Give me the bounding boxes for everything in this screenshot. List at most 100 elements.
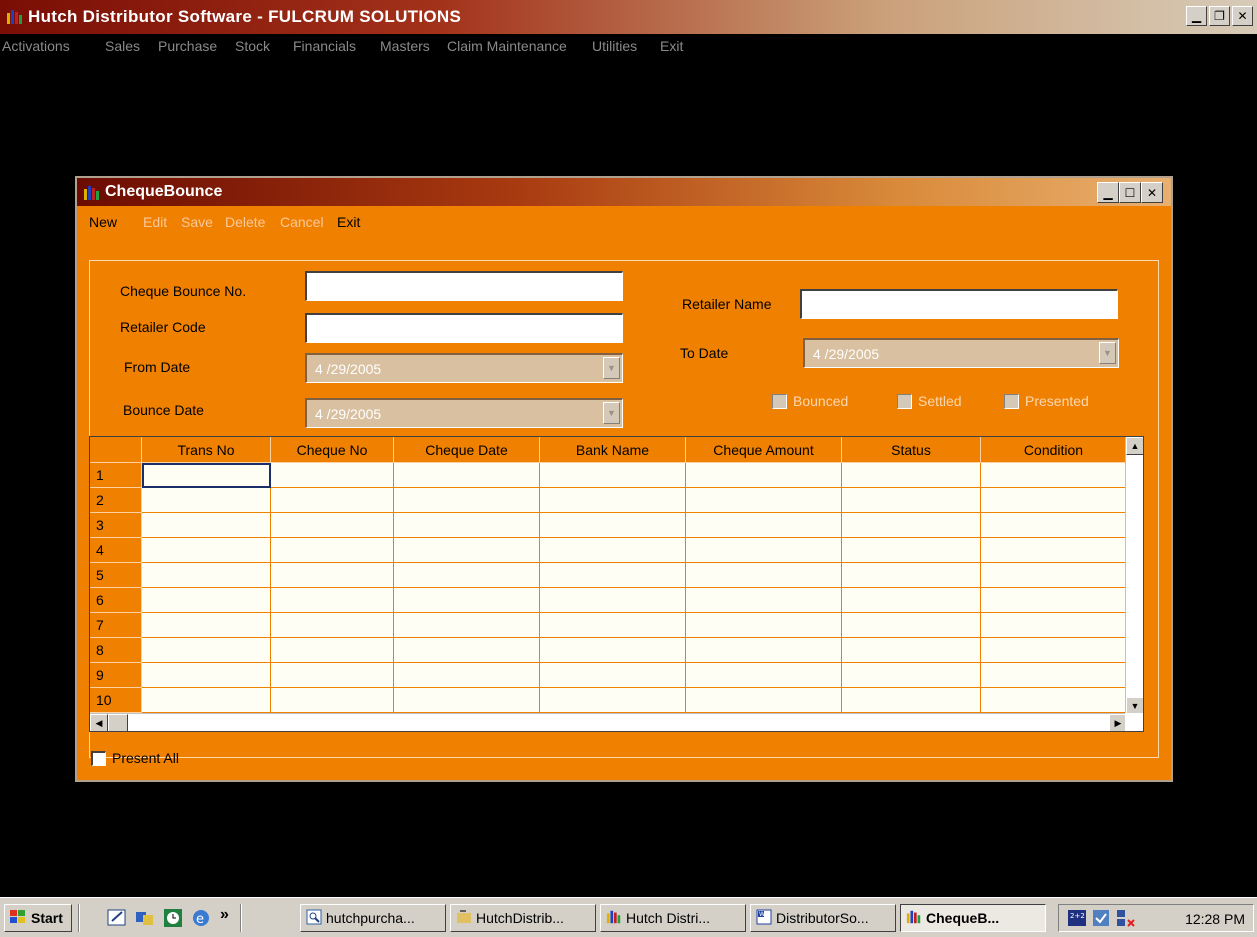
row-header[interactable]: 10 (90, 688, 142, 713)
bounce-date-picker[interactable]: 4 /29/2005 ▼ (305, 398, 623, 428)
menu-purchase[interactable]: Purchase (158, 38, 217, 54)
table-cell[interactable] (271, 563, 394, 588)
table-cell[interactable] (142, 538, 271, 563)
bounced-checkbox[interactable]: Bounced (772, 393, 848, 409)
table-cell[interactable] (394, 638, 540, 663)
table-cell[interactable] (540, 463, 686, 488)
table-cell[interactable] (686, 463, 842, 488)
menu-cancel[interactable]: Cancel (280, 214, 324, 230)
table-row[interactable]: 6 (90, 588, 1143, 613)
table-cell[interactable] (686, 513, 842, 538)
table-cell[interactable] (842, 463, 981, 488)
table-cell[interactable] (842, 538, 981, 563)
menu-financials[interactable]: Financials (293, 38, 356, 54)
table-cell[interactable] (981, 538, 1127, 563)
table-cell[interactable] (686, 538, 842, 563)
table-cell[interactable] (981, 513, 1127, 538)
menu-exit[interactable]: Exit (660, 38, 683, 54)
table-cell[interactable] (842, 588, 981, 613)
table-cell[interactable] (686, 638, 842, 663)
table-cell[interactable] (842, 688, 981, 713)
table-row[interactable]: 5 (90, 563, 1143, 588)
scroll-left-icon[interactable]: ◀ (90, 714, 108, 731)
table-cell[interactable] (142, 463, 271, 488)
row-header[interactable]: 1 (90, 463, 142, 488)
window-maximize-button[interactable]: ☐ (1119, 182, 1141, 203)
table-cell[interactable] (686, 488, 842, 513)
sync-icon[interactable] (134, 907, 156, 929)
table-cell[interactable] (981, 563, 1127, 588)
from-date-picker[interactable]: 4 /29/2005 ▼ (305, 353, 623, 383)
menu-sales[interactable]: Sales (105, 38, 140, 54)
window-title-bar[interactable]: ChequeBounce ▁ ☐ ✕ (77, 178, 1171, 206)
cheque-bounce-no-input[interactable] (305, 271, 623, 301)
table-cell[interactable] (142, 563, 271, 588)
table-cell[interactable] (142, 613, 271, 638)
table-row[interactable]: 3 (90, 513, 1143, 538)
column-header-trans-no[interactable]: Trans No (142, 437, 271, 463)
table-cell[interactable] (686, 663, 842, 688)
table-cell[interactable] (540, 638, 686, 663)
table-cell[interactable] (271, 688, 394, 713)
start-button[interactable]: Start (4, 904, 72, 932)
table-cell[interactable] (394, 563, 540, 588)
table-cell[interactable] (142, 513, 271, 538)
table-cell[interactable] (540, 588, 686, 613)
table-cell[interactable] (142, 638, 271, 663)
menu-stock[interactable]: Stock (235, 38, 270, 54)
table-cell[interactable] (271, 488, 394, 513)
table-row[interactable]: 7 (90, 613, 1143, 638)
close-button[interactable]: ✕ (1232, 6, 1253, 26)
column-header-cheque-amount[interactable]: Cheque Amount (686, 437, 842, 463)
menu-masters[interactable]: Masters (380, 38, 430, 54)
to-date-picker[interactable]: 4 /29/2005 ▼ (803, 338, 1119, 368)
calculator-tray-icon[interactable]: 2+2 (1067, 908, 1087, 931)
row-header[interactable]: 3 (90, 513, 142, 538)
table-cell[interactable] (271, 613, 394, 638)
presented-checkbox[interactable]: Presented (1004, 393, 1089, 409)
menu-edit[interactable]: Edit (143, 214, 167, 230)
menu-claim-maintenance[interactable]: Claim Maintenance (447, 38, 567, 54)
chevron-icon[interactable]: » (220, 906, 229, 924)
table-row[interactable]: 1 (90, 463, 1143, 488)
table-cell[interactable] (686, 613, 842, 638)
retailer-code-input[interactable] (305, 313, 623, 343)
table-cell[interactable] (142, 588, 271, 613)
table-row[interactable]: 2 (90, 488, 1143, 513)
taskbar-item-chequebounce[interactable]: ChequeB... (900, 904, 1046, 932)
taskbar-item-hutch-distri[interactable]: Hutch Distri... (600, 904, 746, 932)
table-cell[interactable] (842, 563, 981, 588)
table-cell[interactable] (842, 613, 981, 638)
table-cell[interactable] (686, 688, 842, 713)
retailer-name-input[interactable] (800, 289, 1118, 319)
table-cell[interactable] (540, 488, 686, 513)
column-header-status[interactable]: Status (842, 437, 981, 463)
table-cell[interactable] (540, 538, 686, 563)
row-header[interactable]: 5 (90, 563, 142, 588)
table-cell[interactable] (540, 513, 686, 538)
table-cell[interactable] (271, 538, 394, 563)
table-cell[interactable] (271, 513, 394, 538)
table-cell[interactable] (142, 688, 271, 713)
cheque-grid[interactable]: Trans No Cheque No Cheque Date Bank Name… (89, 436, 1144, 732)
table-cell[interactable] (686, 588, 842, 613)
scroll-thumb[interactable] (108, 714, 128, 731)
column-header-cheque-date[interactable]: Cheque Date (394, 437, 540, 463)
table-cell[interactable] (394, 488, 540, 513)
menu-save[interactable]: Save (181, 214, 213, 230)
menu-activations[interactable]: Activations (2, 38, 70, 54)
window-close-button[interactable]: ✕ (1141, 182, 1163, 203)
vertical-scrollbar[interactable]: ▲ ▼ (1125, 437, 1143, 715)
restore-button[interactable]: ❐ (1209, 6, 1230, 26)
network-disconnected-icon[interactable] (1115, 908, 1137, 931)
taskbar-item-hutchpurcha[interactable]: hutchpurcha... (300, 904, 446, 932)
horizontal-scrollbar[interactable]: ◀ ▶ (90, 713, 1127, 731)
table-row[interactable]: 4 (90, 538, 1143, 563)
table-cell[interactable] (540, 688, 686, 713)
table-cell[interactable] (540, 563, 686, 588)
table-cell[interactable] (540, 663, 686, 688)
menu-window-exit[interactable]: Exit (337, 214, 360, 230)
table-cell[interactable] (981, 488, 1127, 513)
menu-utilities[interactable]: Utilities (592, 38, 637, 54)
table-cell[interactable] (842, 663, 981, 688)
